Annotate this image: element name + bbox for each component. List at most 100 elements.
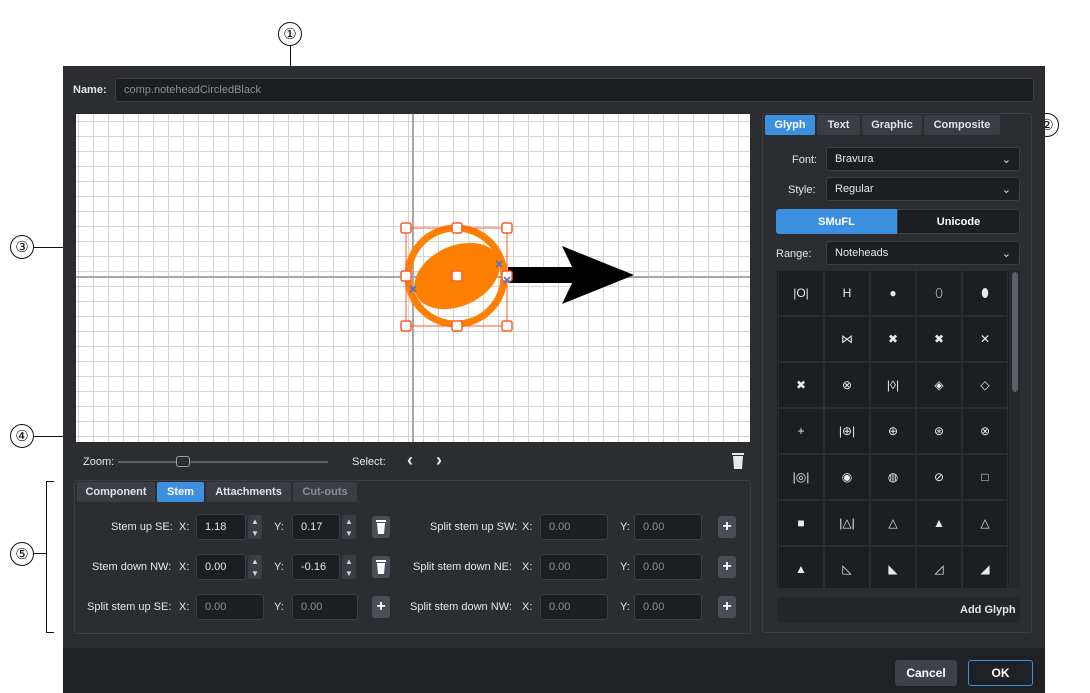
style-label: Style: — [788, 184, 816, 196]
stem-down-nw-delete-icon[interactable] — [372, 556, 390, 578]
add-glyph-button[interactable]: Add Glyph — [960, 604, 1016, 616]
glyph-cell[interactable]: ✖ — [916, 316, 962, 362]
ok-button[interactable]: OK — [968, 660, 1033, 686]
glyph-cell[interactable]: ✕ — [962, 316, 1008, 362]
tab-glyph[interactable]: Glyph — [765, 115, 815, 135]
stem-up-se-label: Stem up SE: — [111, 521, 173, 533]
glyph-cell[interactable]: ⊘ — [916, 454, 962, 500]
tab-composite[interactable]: Composite — [924, 115, 1000, 135]
glyph-cell[interactable]: ◈ — [916, 362, 962, 408]
glyph-cell[interactable]: △ — [962, 500, 1008, 546]
glyph-cell[interactable]: ⊛ — [916, 408, 962, 454]
split-stem-up-se-x-input[interactable]: 0.00 — [196, 594, 264, 620]
select-previous-button[interactable]: ‹ — [407, 450, 413, 471]
tab-attachments[interactable]: Attachments — [206, 482, 291, 502]
glyph-cell[interactable]: ⬯ — [916, 270, 962, 316]
glyph-cell[interactable]: + — [778, 408, 824, 454]
split-stem-up-sw-label: Split stem up SW: — [430, 521, 518, 533]
stem-up-se-y-label: Y: — [274, 521, 284, 533]
glyph-cell[interactable]: ✖ — [870, 316, 916, 362]
callout-5-bracket-tick — [34, 553, 46, 555]
callout-5: ⑤ — [10, 542, 34, 566]
glyph-cell[interactable]: ◍ — [870, 454, 916, 500]
stem-up-se-x-input[interactable]: 1.18 — [196, 514, 246, 540]
font-select[interactable]: Bravura ⌄ — [826, 147, 1020, 171]
split-stem-up-sw-y-input[interactable]: 0.00 — [634, 514, 702, 540]
glyph-cell[interactable]: ⋈ — [824, 316, 870, 362]
tab-text[interactable]: Text — [817, 115, 860, 135]
font-label: Font: — [792, 154, 818, 166]
glyph-cell[interactable] — [778, 316, 824, 362]
add-split-stem-down-ne-button[interactable]: + — [718, 556, 736, 578]
name-input[interactable]: comp.noteheadCircledBlack — [115, 78, 1034, 102]
range-label: Range: — [776, 248, 812, 260]
glyph-cell[interactable]: |O| — [778, 270, 824, 316]
stem-down-nw-x-input[interactable]: 0.00 — [196, 554, 246, 580]
glyph-cell[interactable]: ◺ — [824, 546, 870, 588]
chevron-down-icon: ⌄ — [1001, 183, 1011, 196]
split-stem-down-ne-y-input[interactable]: 0.00 — [634, 554, 702, 580]
glyph-cell[interactable]: ✖ — [778, 362, 824, 408]
trash-icon[interactable] — [731, 452, 745, 470]
glyph-cell[interactable]: ◿ — [916, 546, 962, 588]
style-select[interactable]: Regular ⌄ — [826, 177, 1020, 201]
range-select-value: Noteheads — [835, 247, 889, 259]
glyph-cell[interactable]: ■ — [778, 500, 824, 546]
unicode-toggle[interactable]: Unicode — [897, 209, 1020, 234]
glyph-cell[interactable]: ▲ — [916, 500, 962, 546]
arrow-shape[interactable] — [508, 246, 634, 304]
stem-down-nw-y-input[interactable]: -0.16 — [292, 554, 340, 580]
cancel-button[interactable]: Cancel — [895, 660, 957, 686]
add-split-stem-up-sw-button[interactable]: + — [718, 516, 736, 538]
glyph-cell[interactable]: △ — [870, 500, 916, 546]
glyph-grid-scrollbar-thumb[interactable] — [1012, 272, 1018, 392]
tab-cut-outs[interactable]: Cut-outs — [293, 482, 357, 502]
tab-stem[interactable]: Stem — [157, 482, 204, 502]
stem-down-nw-x-stepper[interactable]: ▲ ▼ — [248, 555, 262, 579]
glyph-cell[interactable]: ▲ — [778, 546, 824, 588]
glyph-cell[interactable]: H — [824, 270, 870, 316]
zoom-label: Zoom: — [83, 456, 115, 468]
stem-up-se-delete-icon[interactable] — [372, 516, 390, 538]
tab-component[interactable]: Component — [77, 482, 155, 502]
split-stem-down-ne-label: Split stem down NE: — [413, 561, 513, 573]
glyph-cell[interactable]: |△| — [824, 500, 870, 546]
glyph-grid-scrollbar[interactable] — [1010, 270, 1020, 588]
split-stem-up-se-y-input[interactable]: 0.00 — [292, 594, 358, 620]
glyph-cell[interactable]: |◊| — [870, 362, 916, 408]
add-split-stem-down-nw-button[interactable]: + — [718, 596, 736, 618]
glyph-cell[interactable]: ◣ — [870, 546, 916, 588]
split-stem-down-nw-x-input[interactable]: 0.00 — [540, 594, 608, 620]
split-stem-down-nw-y-input[interactable]: 0.00 — [634, 594, 702, 620]
select-next-button[interactable]: › — [436, 450, 442, 471]
glyph-cell[interactable]: |◎| — [778, 454, 824, 500]
glyph-cell[interactable]: |⊕| — [824, 408, 870, 454]
zoom-slider-track[interactable] — [118, 461, 328, 463]
tab-graphic[interactable]: Graphic — [862, 115, 922, 135]
glyph-cell[interactable]: ⊕ — [870, 408, 916, 454]
edit-canvas[interactable] — [76, 114, 750, 442]
add-split-stem-up-se-button[interactable]: + — [372, 596, 390, 618]
glyph-cell[interactable]: ⬮ — [962, 270, 1008, 316]
glyph-cell[interactable]: ◉ — [824, 454, 870, 500]
glyph-cell[interactable]: □ — [962, 454, 1008, 500]
stem-down-nw-label: Stem down NW: — [92, 561, 172, 573]
stem-down-nw-y-stepper[interactable]: ▲ ▼ — [342, 555, 356, 579]
chevron-down-icon: ⌄ — [1001, 153, 1011, 166]
range-select[interactable]: Noteheads ⌄ — [826, 241, 1020, 265]
glyph-cell[interactable]: ⊗ — [824, 362, 870, 408]
split-stem-up-sw-x-input[interactable]: 0.00 — [540, 514, 608, 540]
glyph-cell[interactable]: ◢ — [962, 546, 1008, 588]
split-stem-down-ne-x-input[interactable]: 0.00 — [540, 554, 608, 580]
stem-up-se-x-stepper[interactable]: ▲ ▼ — [248, 515, 262, 539]
glyph-cell[interactable]: ● — [870, 270, 916, 316]
zoom-slider-thumb[interactable] — [176, 456, 190, 467]
glyph-cell[interactable]: ⊗ — [962, 408, 1008, 454]
font-select-value: Bravura — [835, 153, 874, 165]
glyph-cell[interactable]: ◇ — [962, 362, 1008, 408]
stem-up-se-y-input[interactable]: 0.17 — [292, 514, 340, 540]
split-stem-down-nw-label: Split stem down NW: — [410, 601, 512, 613]
stem-up-se-y-stepper[interactable]: ▲ ▼ — [342, 515, 356, 539]
smufl-toggle[interactable]: SMuFL — [776, 209, 897, 234]
split-stem-up-se-y-label: Y: — [274, 601, 284, 613]
